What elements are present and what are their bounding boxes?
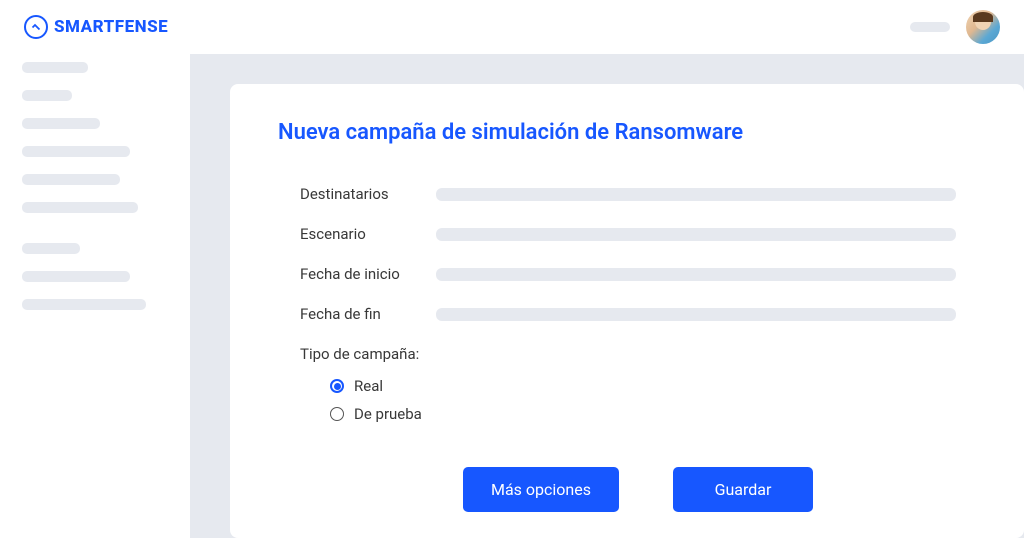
radio-test[interactable]: De prueba: [330, 405, 976, 423]
save-button[interactable]: Guardar: [673, 467, 813, 512]
sidebar-item[interactable]: [22, 299, 146, 310]
logo-icon: [24, 15, 48, 39]
sidebar: [0, 54, 190, 538]
start-date-input[interactable]: [436, 268, 956, 281]
start-date-label: Fecha de inicio: [300, 265, 436, 283]
app-header: SMARTFENSE: [0, 0, 1024, 54]
sidebar-item[interactable]: [22, 146, 130, 157]
campaign-form: Destinatarios Escenario Fecha de inicio …: [278, 185, 976, 512]
campaign-type-label: Tipo de campaña:: [300, 345, 976, 363]
sidebar-item[interactable]: [22, 90, 72, 101]
sidebar-group-1: [22, 62, 168, 213]
end-date-input[interactable]: [436, 308, 956, 321]
scenario-input[interactable]: [436, 228, 956, 241]
brand-name: SMARTFENSE: [54, 17, 168, 37]
page-title: Nueva campaña de simulación de Ransomwar…: [278, 120, 976, 145]
sidebar-item[interactable]: [22, 271, 130, 282]
sidebar-item[interactable]: [22, 118, 100, 129]
end-date-row: Fecha de fin: [300, 305, 976, 323]
radio-test-label: De prueba: [354, 405, 422, 423]
radio-icon: [330, 407, 344, 421]
radio-real[interactable]: Real: [330, 377, 976, 395]
campaign-type-radio-group: Real De prueba: [300, 377, 976, 423]
sidebar-item[interactable]: [22, 174, 120, 185]
recipients-label: Destinatarios: [300, 185, 436, 203]
header-placeholder: [910, 22, 950, 32]
main-content: Nueva campaña de simulación de Ransomwar…: [190, 54, 1024, 538]
sidebar-group-2: [22, 243, 168, 310]
recipients-row: Destinatarios: [300, 185, 976, 203]
start-date-row: Fecha de inicio: [300, 265, 976, 283]
scenario-row: Escenario: [300, 225, 976, 243]
logo[interactable]: SMARTFENSE: [24, 15, 168, 39]
radio-icon: [330, 379, 344, 393]
sidebar-item[interactable]: [22, 62, 88, 73]
end-date-label: Fecha de fin: [300, 305, 436, 323]
more-options-button[interactable]: Más opciones: [463, 467, 619, 512]
sidebar-item[interactable]: [22, 243, 80, 254]
layout: Nueva campaña de simulación de Ransomwar…: [0, 54, 1024, 538]
avatar[interactable]: [966, 10, 1000, 44]
sidebar-item[interactable]: [22, 202, 138, 213]
header-right: [910, 10, 1000, 44]
recipients-input[interactable]: [436, 188, 956, 201]
form-card: Nueva campaña de simulación de Ransomwar…: [230, 84, 1024, 538]
radio-real-label: Real: [354, 377, 383, 395]
scenario-label: Escenario: [300, 225, 436, 243]
button-row: Más opciones Guardar: [300, 467, 976, 512]
